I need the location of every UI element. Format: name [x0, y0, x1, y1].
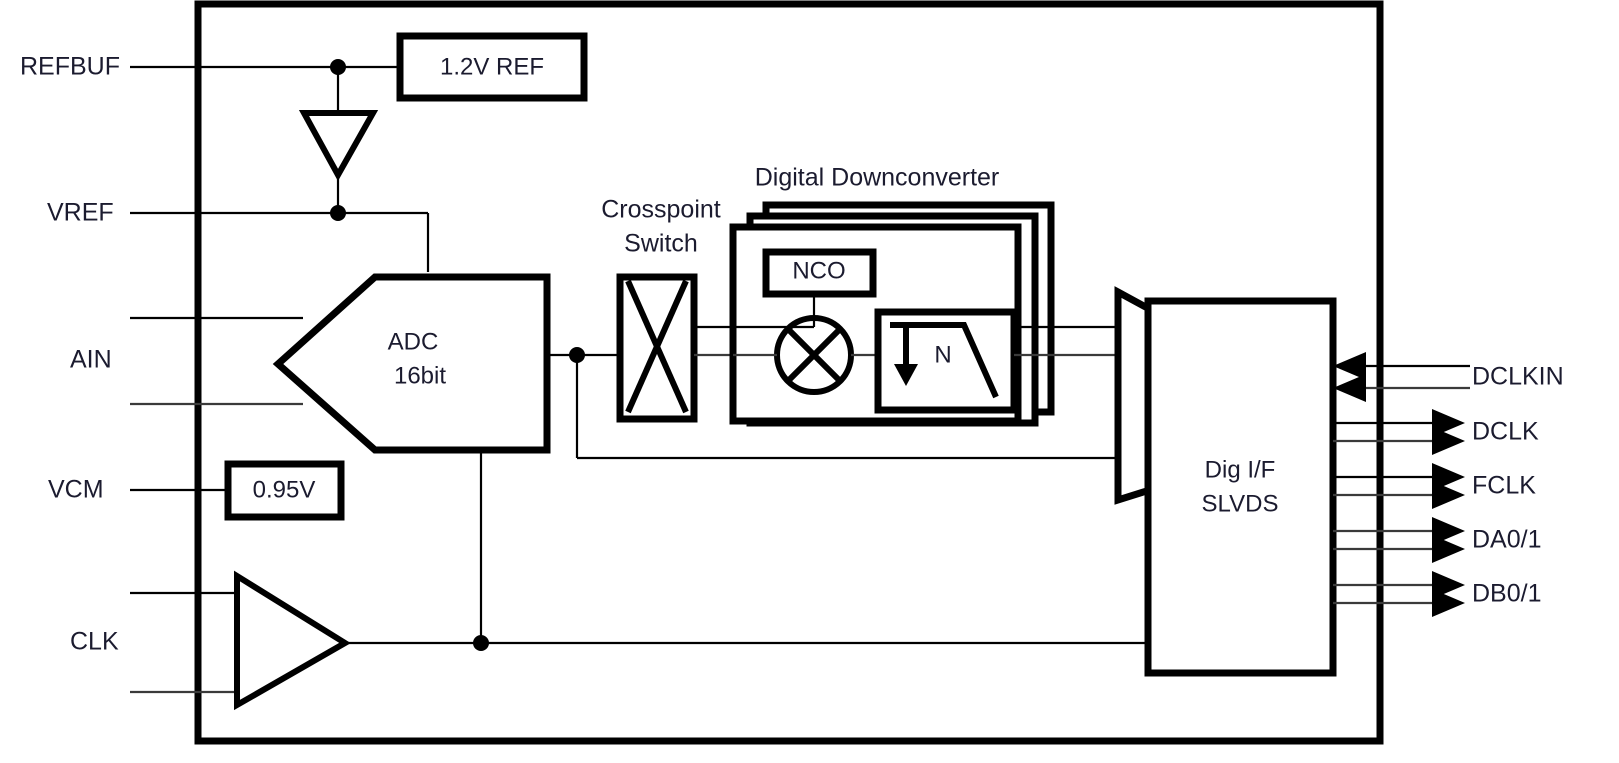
arrow-dclk-n-icon: [1432, 427, 1465, 455]
clock-buffer-triangle: [234, 570, 351, 711]
crosspoint-switch-label-line2: Switch: [624, 230, 698, 258]
ref-voltage-label: 1.2V REF: [440, 53, 544, 80]
pin-label-refbuf: REFBUF: [20, 53, 120, 81]
pin-label-dclkin: DCLKIN: [1472, 363, 1564, 391]
pin-label-clk: CLK: [70, 628, 119, 656]
ddc-title-label: Digital Downconverter: [755, 164, 1000, 192]
arrow-dclkin-n-icon: [1333, 374, 1366, 402]
adc-label-line2: 16bit: [394, 362, 446, 389]
arrow-dclkin-p-icon: [1333, 352, 1366, 380]
arrow-db1-icon: [1432, 589, 1465, 617]
pin-label-vref: VREF: [47, 199, 114, 227]
junction-dot-refbuf: [330, 59, 346, 75]
pin-label-dclk: DCLK: [1472, 418, 1539, 446]
pin-label-da01: DA0/1: [1472, 526, 1541, 554]
pin-label-ain: AIN: [70, 346, 112, 374]
digif-label-line1: Dig I/F: [1205, 456, 1276, 483]
digif-label-line2: SLVDS: [1202, 490, 1279, 517]
reference-buffer-triangle: [298, 110, 379, 182]
junction-dot-vref: [330, 205, 346, 221]
pin-label-vcm: VCM: [48, 476, 104, 504]
junction-dot-clock: [473, 635, 489, 651]
pin-label-fclk: FCLK: [1472, 472, 1536, 500]
crosspoint-switch-label-line1: Crosspoint: [601, 196, 721, 224]
adc-label-line1: ADC: [388, 328, 439, 355]
vcm-voltage-label: 0.95V: [253, 476, 316, 503]
arrow-fclk-n-icon: [1432, 481, 1465, 509]
digital-interface-box: [1144, 297, 1337, 677]
nco-label: NCO: [792, 257, 845, 284]
adc-block-diagram: REFBUF VREF AIN VCM CLK 1.2V REF ADC 16b…: [20, 0, 1564, 745]
pin-label-db01: DB0/1: [1472, 580, 1541, 608]
arrow-da1-icon: [1432, 535, 1465, 563]
block-diagram-canvas: REFBUF VREF AIN VCM CLK 1.2V REF ADC 16b…: [0, 0, 1619, 763]
decimation-factor-label: N: [934, 341, 951, 368]
